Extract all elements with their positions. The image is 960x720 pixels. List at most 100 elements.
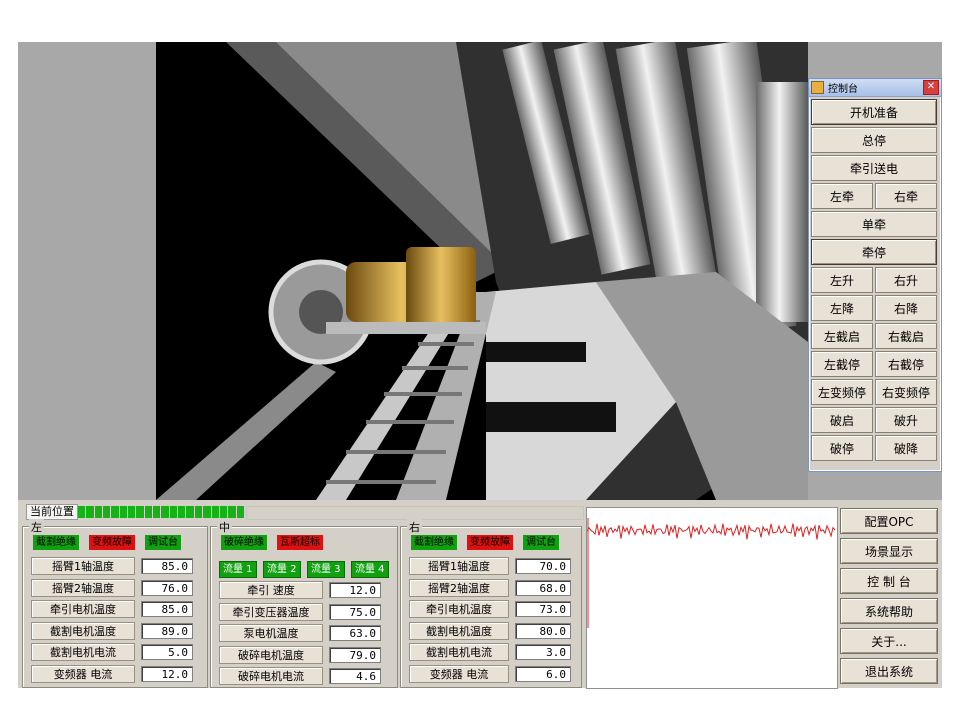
waveform-monitor — [586, 507, 838, 689]
sensor-value: 68.0 — [515, 579, 571, 596]
progress-segment — [144, 506, 153, 518]
sensor-label: 牵引电机温度 — [409, 600, 509, 618]
status-indicator: 变频故障 — [467, 535, 513, 550]
middle-status-group: 中 破碎绝缘 瓦斯超标 流量 1 流量 2 流量 3 流量 4 牵引 速度 12.0 牵引变压器… — [210, 519, 398, 688]
scene-left-margin — [18, 42, 156, 500]
console-button[interactable]: 单牵 — [811, 211, 937, 237]
sensor-value: 63.0 — [329, 625, 381, 641]
sensor-value: 12.0 — [329, 582, 381, 598]
console-button[interactable]: 右截停 — [875, 351, 937, 377]
progress-segment — [186, 506, 194, 518]
sensor-value: 76.0 — [141, 579, 193, 596]
sensor-label: 摇臂1轴温度 — [409, 557, 509, 575]
sensor-value: 80.0 — [515, 622, 571, 639]
sensor-label: 摇臂2轴温度 — [31, 578, 135, 597]
console-button[interactable]: 左截启 — [811, 323, 873, 349]
progress-segment — [178, 506, 186, 518]
side-menu-button[interactable]: 控 制 台 — [840, 568, 938, 594]
sensor-value: 12.0 — [141, 665, 193, 682]
console-button[interactable]: 左升 — [811, 267, 873, 293]
status-indicator: 瓦斯超标 — [277, 535, 323, 550]
console-button[interactable]: 开机准备 — [811, 99, 937, 125]
close-icon[interactable]: ✕ — [923, 80, 939, 95]
sensor-label: 变频器 电流 — [409, 664, 509, 683]
status-indicator: 调试台 — [145, 535, 181, 550]
flow-indicator: 流量 1 — [219, 561, 257, 578]
console-titlebar[interactable]: 控制台 ✕ — [809, 79, 941, 97]
sensor-value: 70.0 — [515, 558, 571, 574]
progress-segment — [194, 506, 203, 518]
console-button[interactable]: 牵引送电 — [811, 155, 937, 181]
console-button[interactable]: 左变频停 — [811, 379, 873, 405]
console-button[interactable]: 总停 — [811, 127, 937, 153]
app-window: 控制台 ✕ 开机准备 总停 牵引送电 左牵 右牵 单牵 牵停 左升 右升 左降 右降 左截启 右截启 左截… — [18, 42, 942, 689]
progress-segment — [136, 506, 144, 518]
coal-mine-3d-scene — [156, 42, 808, 500]
console-button[interactable]: 左截停 — [811, 351, 873, 377]
console-button[interactable]: 牵停 — [811, 239, 937, 265]
app-icon — [811, 81, 824, 94]
progress-segment — [211, 506, 219, 518]
position-label: 当前位置 — [26, 504, 78, 520]
progress-segment — [228, 506, 236, 518]
console-button[interactable]: 左牵 — [811, 183, 873, 209]
control-console-window[interactable]: 控制台 ✕ 开机准备 总停 牵引送电 左牵 右牵 单牵 牵停 左升 右升 左降 右降 左截启 右截启 左截… — [808, 78, 942, 472]
progress-segment — [219, 506, 228, 518]
position-progress-track — [246, 506, 584, 520]
sensor-value: 73.0 — [515, 601, 571, 617]
sensor-label: 摇臂2轴温度 — [409, 578, 509, 597]
side-menu-button[interactable]: 场景显示 — [840, 538, 938, 564]
waveform-plot — [586, 518, 836, 628]
progress-segment — [111, 506, 119, 518]
status-indicator: 截割绝缘 — [33, 535, 79, 550]
sensor-value: 75.0 — [329, 603, 381, 620]
sensor-label: 截割电机温度 — [31, 621, 135, 640]
sensor-label: 摇臂1轴温度 — [31, 557, 135, 575]
side-menu-button[interactable]: 系统帮助 — [840, 598, 938, 624]
flow-indicator: 流量 2 — [263, 561, 301, 578]
progress-segment — [119, 506, 128, 518]
status-indicator: 调试台 — [523, 535, 559, 550]
progress-segment — [169, 506, 178, 518]
progress-segment — [103, 506, 111, 518]
group-title: 中 — [217, 519, 232, 535]
status-indicator: 破碎绝缘 — [221, 535, 267, 550]
sensor-label: 破碎电机温度 — [219, 645, 323, 664]
console-button[interactable]: 破升 — [875, 407, 937, 433]
sensor-value: 79.0 — [329, 646, 381, 663]
flow-indicator: 流量 3 — [307, 561, 345, 578]
progress-segment — [161, 506, 169, 518]
console-button[interactable]: 右降 — [875, 295, 937, 321]
sensor-label: 破碎电机电流 — [219, 667, 323, 685]
side-menu-button[interactable]: 配置OPC — [840, 508, 938, 534]
sensor-label: 截割电机电流 — [31, 643, 135, 661]
console-button[interactable]: 右截启 — [875, 323, 937, 349]
console-button[interactable]: 破停 — [811, 435, 873, 461]
sensor-label: 牵引电机温度 — [31, 600, 135, 618]
side-menu-button[interactable]: 关于... — [840, 628, 938, 654]
sensor-label: 变频器 电流 — [31, 664, 135, 683]
status-indicator: 截割绝缘 — [411, 535, 457, 550]
side-menu-button[interactable]: 退出系统 — [840, 658, 938, 684]
left-status-group: 左 截割绝缘 变频故障 调试台 摇臂1轴温度 85.0 摇臂2轴温度 76.0 牵引电机温度 8… — [22, 519, 208, 688]
group-title: 左 — [29, 519, 44, 535]
3d-scene-view[interactable] — [156, 42, 808, 500]
progress-segment — [128, 506, 136, 518]
console-button[interactable]: 右升 — [875, 267, 937, 293]
right-status-group: 右 截割绝缘 变频故障 调试台 摇臂1轴温度 70.0 摇臂2轴温度 68.0 牵引电机温度 7… — [400, 519, 582, 688]
status-indicator: 变频故障 — [89, 535, 135, 550]
progress-segment — [94, 506, 103, 518]
sensor-value: 85.0 — [141, 558, 193, 574]
progress-segment — [236, 506, 244, 518]
sensor-label: 截割电机电流 — [409, 643, 509, 661]
progress-segment — [203, 506, 211, 518]
console-button[interactable]: 右牵 — [875, 183, 937, 209]
flow-indicator: 流量 4 — [351, 561, 389, 578]
console-button[interactable]: 破降 — [875, 435, 937, 461]
console-button[interactable]: 左降 — [811, 295, 873, 321]
sensor-label: 截割电机温度 — [409, 621, 509, 640]
sensor-value: 4.6 — [329, 668, 381, 684]
group-title: 右 — [407, 519, 422, 535]
console-button[interactable]: 破启 — [811, 407, 873, 433]
console-button[interactable]: 右变频停 — [875, 379, 937, 405]
